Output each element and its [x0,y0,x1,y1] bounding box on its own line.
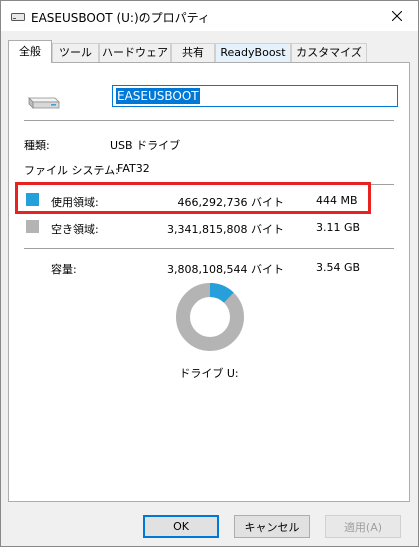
capacity-bytes: 3,808,108,544 バイト [167,263,284,276]
tab-general[interactable]: 全般 [8,40,52,63]
capacity-size: 3.54 GB [316,261,361,274]
capacity-label: 容量: [51,263,77,276]
filesystem-label: ファイル システム: [24,164,119,177]
used-space-label: 使用領域: [51,196,99,209]
usage-donut-chart [176,283,244,351]
ok-button[interactable]: OK [143,515,219,538]
close-icon [392,11,402,21]
general-panel: EASEUSBOOT 種類: USB ドライブ ファイル システム: FAT32… [8,62,410,502]
tab-customize[interactable]: カスタマイズ [291,43,367,62]
tab-readyboost[interactable]: ReadyBoost [215,43,291,62]
type-label: 種類: [24,139,50,152]
tab-hardware[interactable]: ハードウェア [99,43,171,62]
close-button[interactable] [376,1,418,31]
window-title: EASEUSBOOT (U:)のプロパティ [31,11,210,25]
cancel-button[interactable]: キャンセル [234,515,310,538]
filesystem-value: FAT32 [117,162,150,175]
separator [24,120,394,121]
free-space-bytes: 3,341,815,808 バイト [167,223,284,236]
free-space-swatch [26,220,39,233]
type-value: USB ドライブ [110,139,181,152]
free-space-ring [176,283,244,351]
separator [24,248,394,249]
properties-window: EASEUSBOOT (U:)のプロパティ 全般 ツール ハードウェア 共有 R… [0,0,419,547]
title-bar: EASEUSBOOT (U:)のプロパティ [1,1,418,31]
free-space-size: 3.11 GB [316,221,361,234]
separator [24,184,394,185]
used-space-size: 444 MB [316,194,358,207]
usb-drive-icon [11,13,25,21]
volume-name-input[interactable]: EASEUSBOOT [112,85,398,107]
used-space-bytes: 466,292,736 バイト [177,196,284,209]
tab-tools[interactable]: ツール [52,43,99,62]
tab-sharing[interactable]: 共有 [171,43,215,62]
drive-label: ドライブ U: [179,367,239,380]
usb-drive-icon [28,97,60,109]
apply-button[interactable]: 適用(A) [325,515,401,538]
free-space-label: 空き領域: [51,223,99,236]
used-space-swatch [26,193,39,206]
volume-name-selection: EASEUSBOOT [116,88,200,104]
